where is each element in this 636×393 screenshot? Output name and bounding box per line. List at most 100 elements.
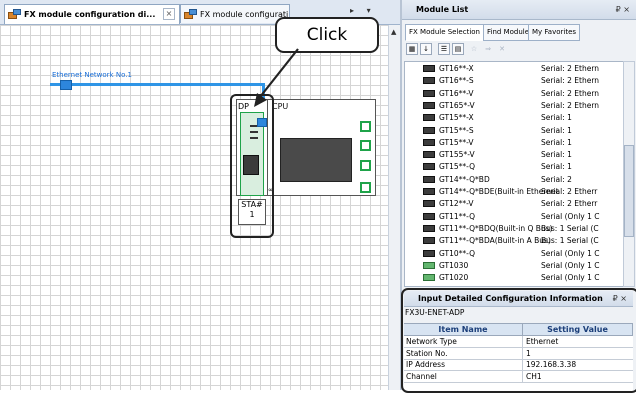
- network-label: Ethernet Network No.1: [52, 71, 132, 79]
- detail-panel-highlight: [401, 288, 636, 393]
- module-list-item[interactable]: GT11**-Q Serial (Only 1 C: [405, 210, 624, 223]
- fx-module-icon: [184, 8, 197, 20]
- module-list-item[interactable]: GT11**-Q*BDQ(Built-in Q Bus) Bus: 1 Seria…: [405, 222, 624, 235]
- callout-arrow-icon: [254, 48, 299, 107]
- module-list-item[interactable]: GT14**-Q*BD Serial: 2: [405, 173, 624, 186]
- module-name: GT1020: [439, 273, 469, 283]
- got-module-icon: [423, 224, 435, 232]
- module-spec: Serial: 2 Ethern: [541, 100, 600, 110]
- tab-label: FX module configuration di...: [24, 10, 156, 19]
- module-name: GT1030: [439, 260, 469, 270]
- module-spec: Serial: 1: [541, 162, 572, 172]
- got-module-icon: [423, 138, 435, 146]
- got-module-icon: [423, 200, 435, 208]
- got-module-icon: [423, 89, 435, 97]
- module-list-item[interactable]: GT16**-S Serial: 2 Ethern: [405, 74, 624, 87]
- module-spec: Serial (Only 1 C: [541, 273, 600, 283]
- module-list-title: Module List: [416, 5, 469, 14]
- got-green-module-icon: [423, 274, 435, 282]
- module-name: GT155*-V: [439, 150, 475, 160]
- module-list-item[interactable]: GT165*-V Serial: 2 Ethern: [405, 99, 624, 112]
- close-tab-icon[interactable]: ×: [163, 8, 175, 20]
- expand-tree-icon[interactable]: ▤: [452, 43, 464, 55]
- module-list-item[interactable]: GT15**-Q Serial: 1: [405, 160, 624, 173]
- module-spec: Serial: 2 Etherr: [541, 187, 598, 196]
- move-icon[interactable]: ⇒: [482, 43, 494, 55]
- module-name: GT11**-Q*BDA(Built-in A Bus): [439, 236, 551, 246]
- module-spec: Serial (Only 1 C: [541, 211, 600, 221]
- sort-by-model-icon[interactable]: ▦: [406, 43, 418, 55]
- sort-az-icon[interactable]: ↓: [420, 43, 432, 55]
- module-list-item[interactable]: GT15**-X Serial: 1: [405, 111, 624, 124]
- tab-fx-module-configuration-1[interactable]: FX module configuration di... ×: [4, 4, 180, 24]
- got-green-module-icon: [423, 261, 435, 269]
- module-list-item[interactable]: GT15**-S Serial: 1: [405, 124, 624, 137]
- cpu-status-led: [360, 140, 371, 151]
- got-module-icon: [423, 163, 435, 171]
- module-name: GT16**-V: [439, 88, 474, 98]
- module-name: GT15**-Q: [439, 162, 476, 172]
- module-list-item[interactable]: GT15**-V Serial: 1: [405, 136, 624, 149]
- module-name: GT15**-X: [439, 113, 474, 123]
- module-list-item[interactable]: GT16**-X Serial: 2 Ethern: [405, 62, 624, 75]
- add-favorite-icon[interactable]: ☆: [468, 43, 480, 55]
- tab-my-favorites[interactable]: My Favorites: [528, 24, 581, 41]
- tab-fx-module-configuration-2[interactable]: FX module configurati: [180, 4, 290, 23]
- got-module-icon: [423, 114, 435, 122]
- module-name: GT15**-S: [439, 125, 474, 135]
- collapse-tree-icon[interactable]: ☰: [438, 43, 450, 55]
- module-list-item[interactable]: GT1020 Serial (Only 1 C: [405, 271, 624, 284]
- got-module-icon: [423, 65, 435, 72]
- got-module-icon: [423, 237, 435, 245]
- module-spec: Serial: 1: [541, 150, 572, 160]
- module-name: GT16**-X: [439, 64, 474, 73]
- scroll-up-icon[interactable]: ▲: [391, 28, 396, 36]
- module-name: GT15**-V: [439, 137, 474, 147]
- got-module-icon: [423, 77, 435, 85]
- module-spec: Bus: 1 Serial (C: [541, 236, 599, 246]
- module-list-item[interactable]: GT155*-V Serial: 1: [405, 148, 624, 161]
- tab-find-module[interactable]: Find Module: [483, 24, 534, 41]
- module-spec: Serial (Only 1 C: [541, 260, 600, 270]
- module-list-item[interactable]: GT12**-V Serial: 2 Etherr: [405, 197, 624, 210]
- module-list-header: Module List ₽ ×: [402, 0, 636, 20]
- tab-fx-module-selection[interactable]: FX Module Selection: [405, 24, 484, 41]
- pin-close-icon[interactable]: ₽ ×: [616, 0, 630, 20]
- module-list-item[interactable]: GT14**-Q*BDE(Built-in Ethernet Serial: 2 …: [405, 185, 624, 198]
- fx-module-icon: [8, 9, 21, 20]
- configuration-canvas[interactable]: [0, 25, 388, 390]
- module-list-item[interactable]: GT1030 Serial (Only 1 C: [405, 259, 624, 272]
- module-spec: Serial: 2 Ethern: [541, 64, 600, 73]
- module-spec: Serial: 2 Ethern: [541, 88, 600, 98]
- module-spec: Bus: 1 Serial (C: [541, 223, 599, 233]
- network-node-icon[interactable]: [60, 80, 72, 90]
- module-spec: Serial: 2 Etherr: [541, 199, 598, 209]
- tab-scroll-right-icon[interactable]: ▸: [350, 6, 354, 15]
- module-list-item[interactable]: GT11**-Q*BDA(Built-in A Bus) Bus: 1 Seria…: [405, 234, 624, 247]
- module-list[interactable]: GT16**-X Serial: 2 Ethern GT16**-S Serial: …: [404, 61, 625, 287]
- cpu-status-led: [360, 182, 371, 193]
- module-list-scroll-thumb[interactable]: [624, 145, 634, 237]
- got-module-icon: [423, 126, 435, 134]
- module-spec: Serial: 1: [541, 113, 572, 123]
- module-name: GT10**-Q: [439, 248, 476, 258]
- tab-list-menu-icon[interactable]: ▾: [367, 6, 371, 15]
- ethernet-network-line[interactable]: [50, 83, 264, 86]
- module-name: GT16**-S: [439, 76, 474, 86]
- module-name: GT165*-V: [439, 100, 475, 110]
- delete-icon[interactable]: ✕: [496, 43, 508, 55]
- got-module-icon: [423, 101, 435, 109]
- module-name: GT11**-Q: [439, 211, 476, 221]
- got-module-icon: [423, 175, 435, 183]
- cpu-status-led: [360, 121, 371, 132]
- got-module-icon: [423, 212, 435, 220]
- got-module-icon: [423, 151, 435, 159]
- module-list-item[interactable]: GT10**-Q Serial (Only 1 C: [405, 247, 624, 260]
- cpu-status-led: [360, 160, 371, 171]
- module-list-toolbar: ▦ ↓ ☰ ▤ ☆ ⇒ ✕: [404, 42, 632, 58]
- module-spec: Serial: 1: [541, 125, 572, 135]
- cpu-display-icon: [280, 138, 352, 182]
- module-name: GT12**-V: [439, 199, 474, 209]
- module-list-item[interactable]: GT16**-V Serial: 2 Ethern: [405, 87, 624, 100]
- module-spec: Serial (Only 1 C: [541, 248, 600, 258]
